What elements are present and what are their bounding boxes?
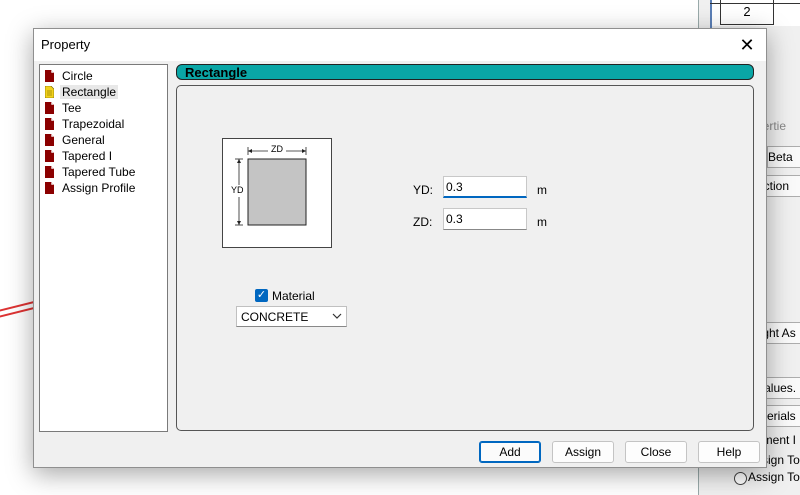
chevron-down-icon xyxy=(332,313,342,319)
title-bar[interactable]: Property ✕ xyxy=(34,29,766,61)
tree-item-trapezoidal[interactable]: Trapezoidal xyxy=(45,116,126,132)
tree-item-label: Tapered I xyxy=(62,149,113,163)
tree-item-general[interactable]: General xyxy=(45,132,107,148)
tree-item-label: Rectangle xyxy=(60,85,119,99)
profile-tree: Circle Rectangle Tee Trapezoidal General… xyxy=(39,64,168,432)
zd-input[interactable] xyxy=(443,208,527,230)
assign-option-fragment: Assign To xyxy=(748,470,800,484)
zd-unit: m xyxy=(537,215,547,229)
document-icon xyxy=(45,150,54,162)
close-button[interactable]: Close xyxy=(625,441,687,463)
tree-item-tapered-tube[interactable]: Tapered Tube xyxy=(45,164,137,180)
assign-radio[interactable] xyxy=(734,472,747,485)
yd-dimension-label: YD xyxy=(231,185,244,195)
document-icon xyxy=(45,182,54,194)
section-panel: ZD YD YD: m ZD: m ✓ Material CONCRETE xyxy=(176,85,754,431)
tree-item-tee[interactable]: Tee xyxy=(45,100,83,116)
tree-item-rectangle[interactable]: Rectangle xyxy=(45,84,119,100)
document-icon xyxy=(45,102,54,114)
yd-unit: m xyxy=(537,183,547,197)
document-icon xyxy=(45,166,54,178)
material-selected-value: CONCRETE xyxy=(241,310,309,324)
close-icon[interactable]: ✕ xyxy=(734,33,760,57)
zd-label: ZD: xyxy=(413,215,433,229)
assign-button[interactable]: Assign xyxy=(552,441,614,463)
material-dropdown[interactable]: CONCRETE xyxy=(236,306,347,327)
document-icon xyxy=(45,70,54,82)
tree-item-assign-profile[interactable]: Assign Profile xyxy=(45,180,137,196)
dialog-title: Property xyxy=(41,37,91,52)
beta-button-fragment[interactable]: Beta xyxy=(767,146,800,168)
add-button[interactable]: Add xyxy=(479,441,541,463)
material-checkbox[interactable]: ✓ xyxy=(255,289,268,302)
tree-item-circle[interactable]: Circle xyxy=(45,68,95,84)
yd-input[interactable] xyxy=(443,176,527,198)
tree-item-label: Tee xyxy=(62,101,82,115)
tree-item-label: General xyxy=(62,133,105,147)
section-diagram: ZD YD xyxy=(222,138,332,248)
yd-label: YD: xyxy=(413,183,434,197)
document-icon xyxy=(45,134,54,146)
tree-item-label: Assign Profile xyxy=(62,181,136,195)
section-banner: Rectangle xyxy=(176,64,754,80)
grid-cell[interactable]: 2 xyxy=(720,0,774,25)
tree-item-tapered-i[interactable]: Tapered I xyxy=(45,148,114,164)
help-button[interactable]: Help xyxy=(698,441,760,463)
document-icon xyxy=(45,86,54,98)
tree-item-label: Circle xyxy=(62,69,93,83)
tree-item-label: Trapezoidal xyxy=(62,117,125,131)
property-dialog: Property ✕ Circle Rectangle Tee Trapezoi… xyxy=(33,28,767,468)
document-icon xyxy=(45,118,54,130)
tree-item-label: Tapered Tube xyxy=(62,165,136,179)
zd-dimension-label: ZD xyxy=(271,144,283,154)
material-label: Material xyxy=(272,289,315,303)
